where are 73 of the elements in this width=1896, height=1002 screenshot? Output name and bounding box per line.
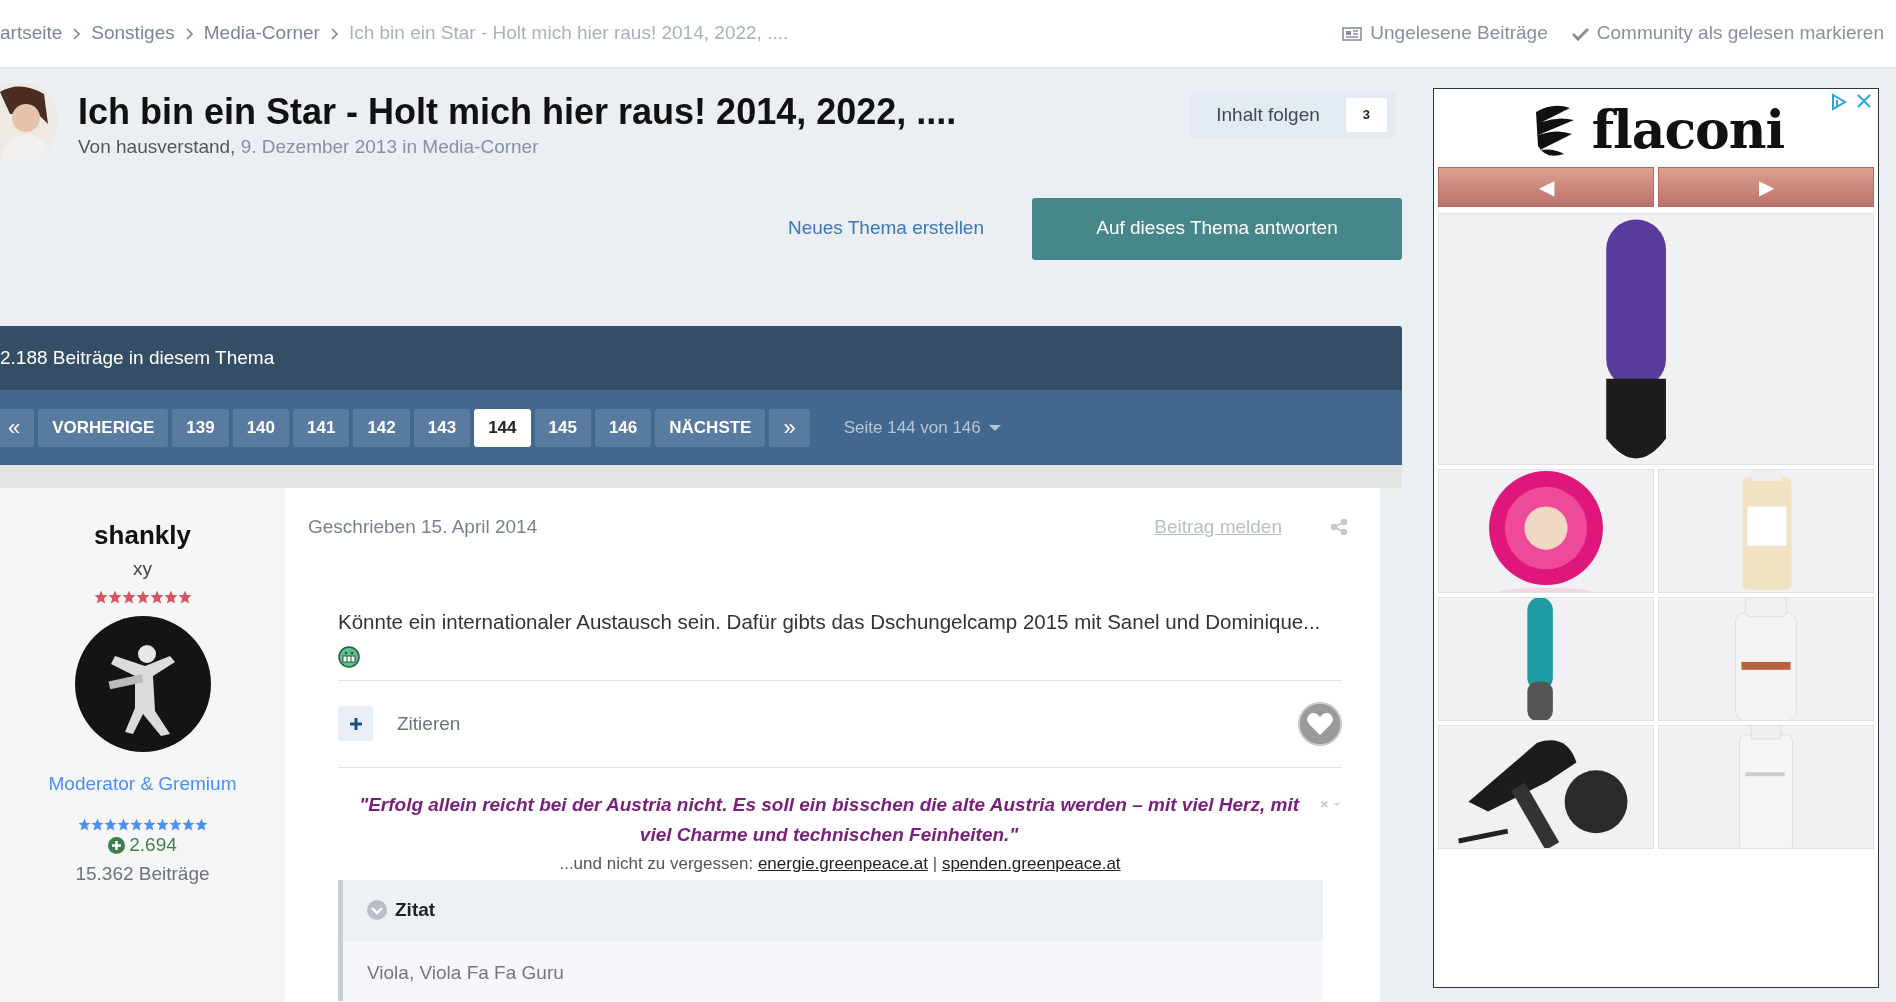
- page-jump-label[interactable]: Seite 144 von 146: [843, 414, 981, 441]
- star-icon: [194, 818, 208, 831]
- page-button[interactable]: 139: [172, 408, 229, 447]
- star-icon: [168, 818, 182, 831]
- author-group[interactable]: Moderator & Gremium: [48, 769, 237, 798]
- star-icon: [155, 818, 169, 831]
- previous-page-button[interactable]: VORHERIGE: [38, 408, 169, 447]
- share-icon[interactable]: [1330, 518, 1348, 536]
- post-text: Könnte ein internationaler Austausch sein. Dafür gibts das Dschungelcamp 2015 mit Sanel und Dominique...: [338, 609, 1322, 635]
- brand-logo: flaconi: [1591, 98, 1785, 162]
- page-button[interactable]: 140: [232, 408, 290, 447]
- signature-quote: "Erfolg allein reicht bei der Austria nicht. Es soll ein bisschen die alte Austria werden – mit viel Herz, mit viel Charme und technischen Feinheiten.": [358, 792, 1301, 848]
- page-button[interactable]: 142: [353, 408, 410, 447]
- topic-byline: Von hausverstand, 9. Dezember 2013 in Media-Corner: [78, 135, 540, 160]
- follow-button[interactable]: Inhalt folgen 3: [1190, 92, 1396, 138]
- close-icon[interactable]: [1856, 93, 1872, 109]
- first-page-button[interactable]: «: [0, 408, 35, 447]
- reply-button[interactable]: Auf dieses Thema antworten: [1032, 197, 1402, 260]
- post-date: Geschrieben 15. April 2014: [308, 514, 538, 539]
- signature-note: ...und nicht zu vergessen: energie.greenpeace.at | spenden.greenpeace.at: [558, 852, 1122, 875]
- star-icon: [107, 589, 122, 604]
- star-icon: [135, 589, 150, 604]
- check-icon: [1571, 26, 1589, 41]
- page-button[interactable]: 141: [293, 408, 350, 447]
- star-icon: [181, 818, 195, 831]
- ad-next-button[interactable]: ▶: [1658, 167, 1874, 207]
- chevron-icon: [329, 26, 339, 41]
- topic-title: Ich bin ein Star - Holt mich hier raus! 2014, 2022, ....: [78, 90, 958, 134]
- star-icon: [177, 589, 192, 604]
- star-icon: [163, 589, 178, 604]
- top-link[interactable]: Community als gelesen markieren: [1596, 19, 1884, 48]
- new-topic-link[interactable]: Neues Thema erstellen: [787, 214, 984, 243]
- page-button[interactable]: 143: [413, 408, 471, 447]
- reputation-count: 2.694: [129, 833, 177, 857]
- post-count: 2.188 Beiträge in diesem Thema: [0, 345, 275, 370]
- ad-prev-button[interactable]: ◀: [1438, 167, 1654, 207]
- top-link[interactable]: Ungelesene Beiträge: [1370, 19, 1548, 48]
- grin-emoji-icon: [338, 645, 360, 668]
- newspaper-icon: [1342, 25, 1363, 42]
- star-icon: [121, 589, 136, 604]
- signature-link[interactable]: energie.greenpeace.at: [757, 853, 929, 873]
- plus-circle-icon: [108, 836, 126, 854]
- star-icon: [93, 589, 108, 604]
- star-icon: [149, 589, 164, 604]
- breadcrumb-link[interactable]: artseite: [0, 19, 63, 48]
- page-button[interactable]: 146: [594, 408, 652, 447]
- star-icon: [77, 818, 91, 831]
- last-page-button[interactable]: »: [769, 408, 810, 447]
- follower-count: 3: [1345, 98, 1387, 132]
- page-button[interactable]: 145: [534, 408, 591, 447]
- author-name[interactable]: shankly: [94, 516, 191, 555]
- page-button[interactable]: 144: [474, 408, 531, 447]
- chevron-icon: [184, 26, 194, 41]
- plus-icon: [348, 716, 363, 731]
- author-title: xy: [133, 557, 152, 581]
- multiquote-button[interactable]: [338, 706, 373, 742]
- chevron-icon: [72, 26, 82, 41]
- star-icon: [142, 818, 156, 831]
- star-icon: [90, 818, 104, 831]
- quote-link[interactable]: Zitieren: [397, 709, 461, 738]
- post-total: 15.362 Beiträge: [75, 861, 210, 886]
- star-icon: [103, 818, 117, 831]
- signature-link[interactable]: spenden.greenpeace.at: [941, 853, 1121, 873]
- quote-text: Viola, Viola Fa Fa Guru: [343, 940, 1323, 1001]
- breadcrumb-link[interactable]: Media-Corner: [203, 19, 320, 48]
- breadcrumb-link[interactable]: Sonstiges: [91, 19, 175, 48]
- quote-title: Zitat: [395, 898, 436, 923]
- ad-info-icon[interactable]: [1830, 93, 1848, 111]
- caret-icon: [988, 423, 1001, 432]
- star-icon: [116, 818, 130, 831]
- next-page-button[interactable]: NÄCHSTE: [655, 408, 766, 447]
- star-icon: [129, 818, 143, 831]
- collapse-icon[interactable]: [367, 900, 387, 921]
